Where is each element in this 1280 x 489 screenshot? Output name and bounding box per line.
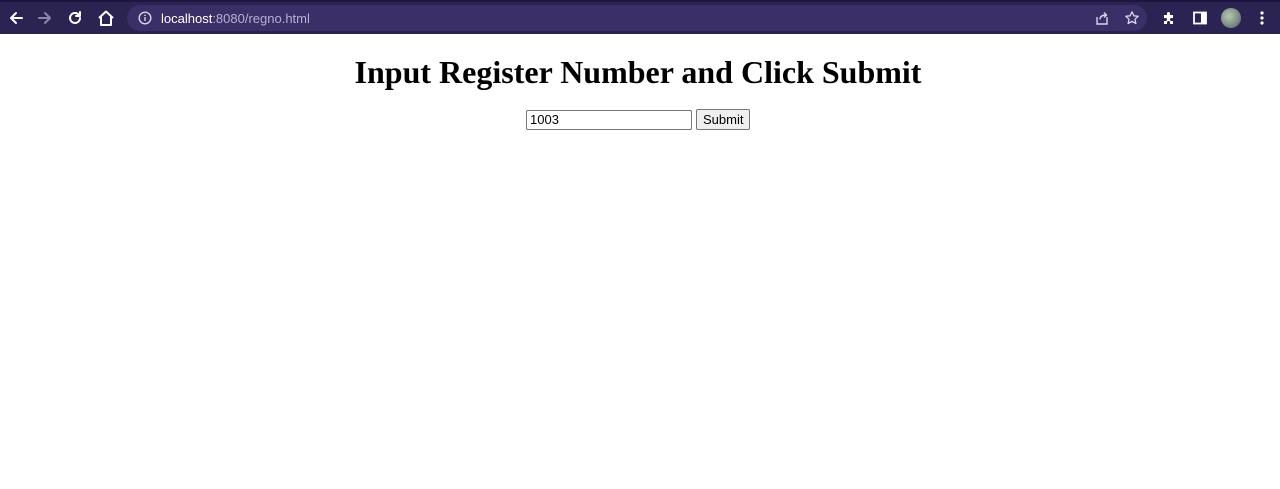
browser-toolbar: localhost:8080/regno.html <box>0 0 1280 34</box>
home-button[interactable] <box>94 6 118 30</box>
arrow-right-icon <box>38 12 51 24</box>
puzzle-icon[interactable] <box>1158 7 1179 29</box>
avatar <box>1220 8 1241 28</box>
info-icon[interactable] <box>137 10 153 26</box>
submit-button[interactable]: Submit <box>696 109 751 130</box>
star-icon[interactable] <box>1123 8 1141 28</box>
register-form: Submit <box>526 109 751 130</box>
page-content: Input Register Number and Click Submit S… <box>0 34 1280 489</box>
profile-button[interactable] <box>1220 7 1241 29</box>
url-host: localhost <box>161 10 213 26</box>
share-icon[interactable] <box>1093 8 1111 28</box>
reload-icon <box>69 11 81 24</box>
register-number-input[interactable] <box>526 109 692 130</box>
reload-button[interactable] <box>63 6 87 30</box>
url-path: :8080/regno.html <box>212 10 310 26</box>
kebab-menu-icon[interactable] <box>1251 7 1272 29</box>
forward-button[interactable] <box>33 6 57 30</box>
back-button[interactable] <box>4 6 28 30</box>
home-icon <box>98 10 114 26</box>
side-panel-icon[interactable] <box>1189 7 1210 29</box>
address-bar[interactable]: localhost:8080/regno.html <box>127 5 1147 31</box>
page-title: Input Register Number and Click Submit <box>354 54 922 90</box>
arrow-left-icon <box>10 12 23 24</box>
